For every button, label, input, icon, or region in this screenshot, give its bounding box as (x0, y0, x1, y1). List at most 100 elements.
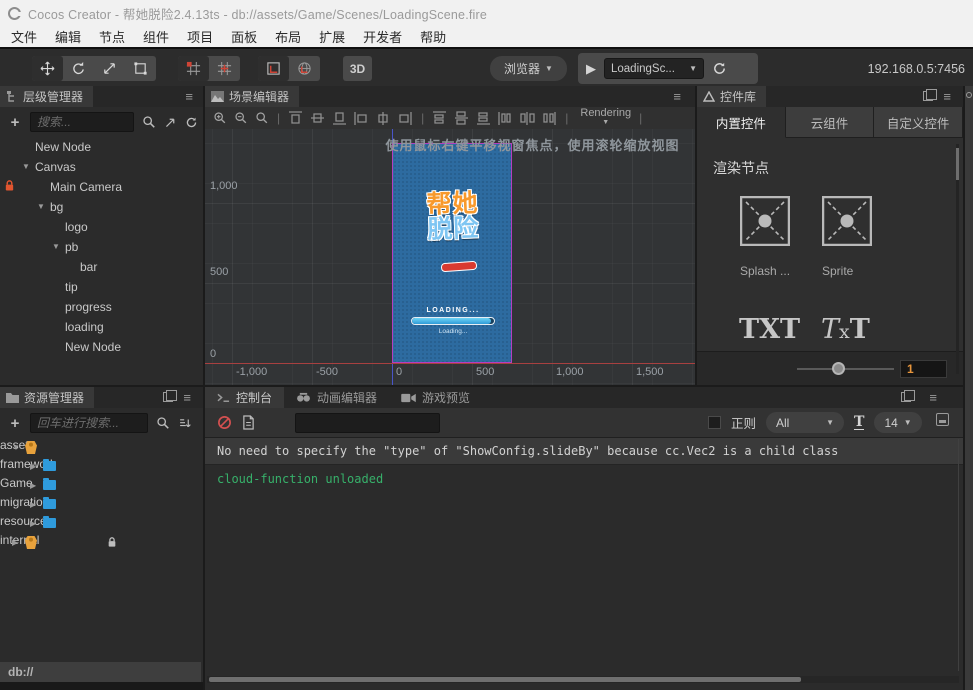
widget-splash-sprite[interactable]: Splash ... (740, 196, 820, 278)
align-left-icon[interactable] (354, 111, 369, 125)
console-hscrollbar-thumb[interactable] (209, 677, 801, 682)
zoom-value-box[interactable]: 1 (900, 360, 947, 378)
hierarchy-search-input[interactable] (30, 112, 134, 132)
library-tab-1[interactable]: 内置控件 (697, 107, 786, 138)
menu-item-扩展[interactable]: 扩展 (310, 27, 354, 46)
expand-arrow-icon[interactable]: ▶ (30, 481, 36, 490)
scene-select-dropdown[interactable]: LoadingSc... ▼ (604, 58, 704, 79)
menu-item-帮助[interactable]: 帮助 (411, 27, 455, 46)
tree-node-bar[interactable]: bar (0, 257, 203, 277)
open-log-file-button[interactable] (242, 415, 255, 430)
expand-arrow-icon[interactable]: ▶ (30, 462, 36, 471)
zoom-in-icon[interactable] (213, 111, 227, 125)
library-scrollbar-thumb[interactable] (956, 148, 959, 180)
search-icon[interactable] (156, 416, 170, 430)
tab-console[interactable]: 控制台 (205, 387, 284, 408)
console-log-area[interactable]: No need to specify the "type" of "ShowCo… (205, 437, 963, 675)
tree-node-logo[interactable]: logo (0, 217, 203, 237)
refresh-button[interactable] (712, 61, 727, 76)
create-node-button[interactable]: + (8, 114, 22, 131)
distribute-top-icon[interactable] (432, 111, 447, 125)
tree-node-bg[interactable]: ▼bg (0, 197, 203, 217)
distribute-right-icon[interactable] (542, 111, 557, 125)
panel-menu-icon[interactable]: ≡ (185, 89, 193, 104)
panel-menu-icon[interactable]: ≡ (183, 390, 191, 405)
tree-node-progress[interactable]: progress (0, 297, 203, 317)
menu-item-开发者[interactable]: 开发者 (354, 27, 411, 46)
library-tab-3[interactable]: 自定义控件 (874, 107, 963, 138)
rendering-dropdown[interactable]: Rendering ▼ (580, 108, 631, 128)
panel-menu-icon[interactable]: ≡ (929, 390, 937, 405)
expand-arrow-icon[interactable]: ▼ (22, 162, 30, 171)
menu-item-布局[interactable]: 布局 (266, 27, 310, 46)
expand-arrow-icon[interactable]: ▶ (12, 538, 18, 547)
asset-node-game[interactable]: ▶Game (0, 476, 203, 495)
panel-menu-icon[interactable]: ≡ (943, 89, 951, 104)
gear-icon[interactable] (966, 92, 972, 98)
asset-node-internal[interactable]: ▶internal (0, 533, 203, 552)
log-level-dropdown[interactable]: All ▼ (766, 412, 844, 433)
tree-node-pb[interactable]: ▼pb (0, 237, 203, 257)
popout-panel-icon[interactable] (901, 392, 911, 402)
regex-checkbox[interactable] (708, 416, 721, 429)
tree-node-main-camera[interactable]: Main Camera (0, 177, 203, 197)
world-coordinate-button[interactable] (289, 56, 320, 81)
popout-panel-icon[interactable] (923, 91, 933, 101)
align-hcenter-icon[interactable] (376, 111, 391, 125)
sort-assets-icon[interactable] (178, 417, 192, 430)
scale-tool-button[interactable] (94, 56, 125, 81)
zoom-reset-icon[interactable] (255, 111, 269, 125)
align-top-icon[interactable] (288, 111, 303, 125)
menu-item-编辑[interactable]: 编辑 (46, 27, 90, 46)
expand-arrow-icon[interactable]: ▶ (30, 500, 36, 509)
asset-node-assets[interactable]: ▼assets (0, 438, 203, 457)
tab-hierarchy[interactable]: 层级管理器 (0, 86, 93, 107)
widget-sprite[interactable]: Sprite (822, 196, 902, 278)
popout-panel-icon[interactable] (163, 392, 173, 402)
scroll-lock-icon[interactable] (936, 413, 949, 426)
tree-node-canvas[interactable]: ▼Canvas (0, 157, 203, 177)
rotate-tool-button[interactable] (63, 56, 94, 81)
expand-arrow-icon[interactable]: ▼ (12, 443, 20, 452)
asset-node-migration[interactable]: ▶migration (0, 495, 203, 514)
console-filter-input[interactable] (295, 413, 440, 433)
menu-item-项目[interactable]: 项目 (178, 27, 222, 46)
move-tool-button[interactable] (32, 56, 63, 81)
align-right-icon[interactable] (398, 111, 413, 125)
scene-viewport[interactable]: 帮她 脱险 LOADING... Loading... 使用鼠标右键平移视窗焦点… (205, 129, 695, 385)
anchor-pivot-button[interactable] (178, 56, 209, 81)
tree-node-loading[interactable]: loading (0, 317, 203, 337)
library-tab-2[interactable]: 云组件 (786, 107, 875, 138)
menu-item-文件[interactable]: 文件 (2, 27, 46, 46)
asset-node-framework[interactable]: ▶framework (0, 457, 203, 476)
tree-node-new-node[interactable]: New Node (0, 137, 203, 157)
widget-richtext-txt[interactable]: TxT (821, 314, 870, 345)
panel-menu-icon[interactable]: ≡ (673, 89, 681, 104)
tree-node-tip[interactable]: tip (0, 277, 203, 297)
tab-game-preview[interactable]: 游戏预览 (389, 387, 482, 408)
play-button[interactable]: ▶ (586, 62, 596, 75)
distribute-left-icon[interactable] (498, 111, 513, 125)
align-bottom-icon[interactable] (332, 111, 347, 125)
console-message[interactable]: No need to specify the "type" of "ShowCo… (205, 438, 963, 465)
game-canvas-frame[interactable]: 帮她 脱险 LOADING... Loading... (392, 143, 512, 363)
distribute-hcenter-icon[interactable] (520, 111, 535, 125)
tab-assets[interactable]: 资源管理器 (0, 387, 94, 408)
3d-mode-button[interactable]: 3D (343, 56, 372, 81)
distribute-bottom-icon[interactable] (476, 111, 491, 125)
rect-tool-button[interactable] (125, 56, 156, 81)
widget-label-txt[interactable]: TXT (739, 314, 800, 345)
distribute-vcenter-icon[interactable] (454, 111, 469, 125)
menu-item-节点[interactable]: 节点 (90, 27, 134, 46)
local-coordinate-button[interactable] (258, 56, 289, 81)
clear-console-button[interactable] (217, 415, 232, 430)
tab-animation-editor[interactable]: 动画编辑器 (284, 387, 389, 408)
search-icon[interactable] (142, 115, 156, 129)
console-hscrollbar-track[interactable] (207, 676, 959, 683)
tab-widget-library[interactable]: 控件库 (697, 86, 766, 107)
assets-search-input[interactable] (30, 413, 148, 433)
menu-item-面板[interactable]: 面板 (222, 27, 266, 46)
expand-arrow-icon[interactable]: ▼ (37, 202, 45, 211)
console-message[interactable]: cloud-function unloaded (205, 465, 963, 492)
zoom-slider-handle[interactable] (832, 362, 845, 375)
